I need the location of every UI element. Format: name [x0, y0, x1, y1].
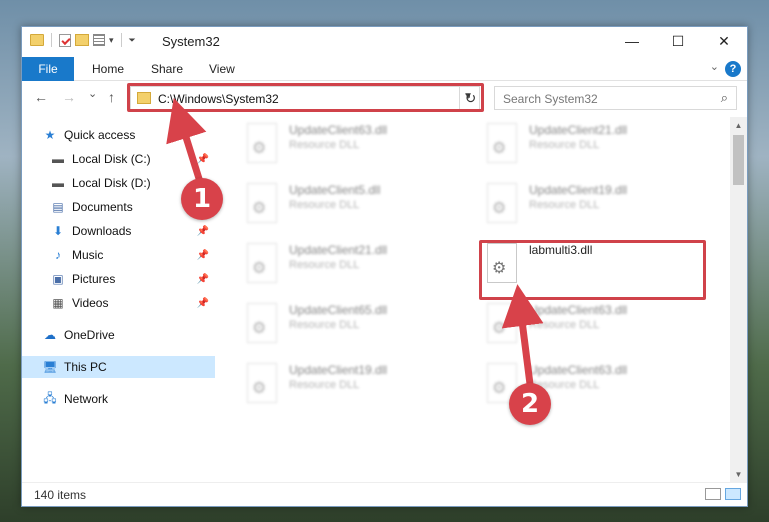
step-2-badge: 2 — [509, 383, 551, 425]
step-1-badge: 1 — [181, 178, 223, 220]
arrow-1-icon — [166, 97, 544, 393]
